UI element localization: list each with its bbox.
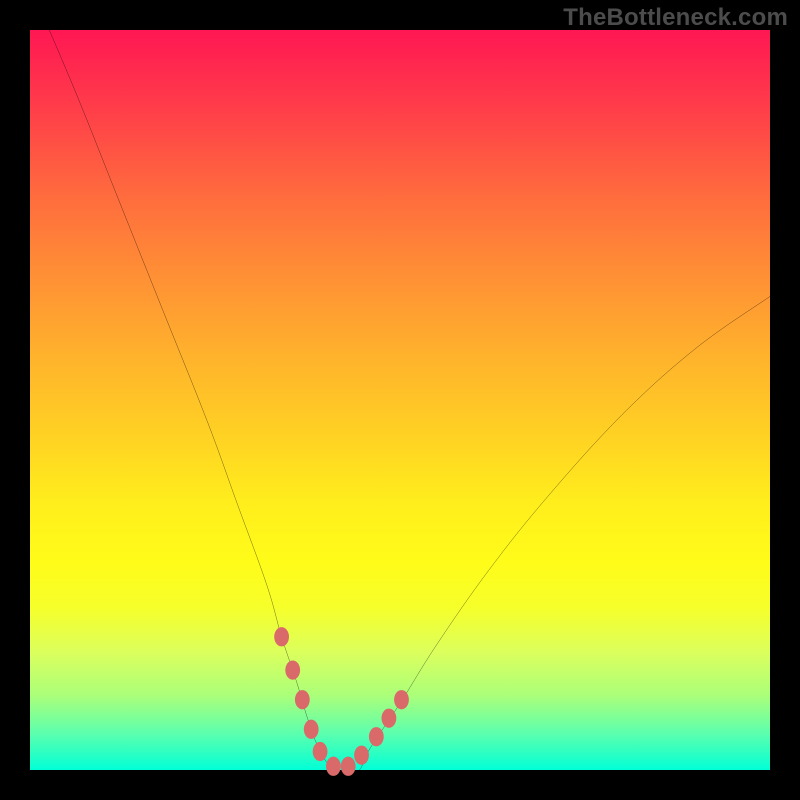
attribution-text: TheBottleneck.com: [563, 4, 788, 32]
curve-marker: [326, 757, 341, 776]
curve-marker: [394, 690, 409, 709]
bottleneck-plot: [30, 30, 770, 770]
chart-frame: TheBottleneck.com: [0, 0, 800, 800]
curve-marker: [313, 742, 328, 761]
curve-marker: [285, 660, 300, 679]
curve-marker: [354, 746, 369, 765]
curve-marker: [382, 709, 397, 728]
curve-marker: [369, 727, 384, 746]
curve-marker: [295, 690, 310, 709]
bottleneck-curve: [30, 0, 770, 772]
curve-marker: [274, 627, 289, 646]
curve-marker: [341, 757, 356, 776]
curve-marker: [304, 720, 319, 739]
curve-markers: [274, 627, 409, 776]
